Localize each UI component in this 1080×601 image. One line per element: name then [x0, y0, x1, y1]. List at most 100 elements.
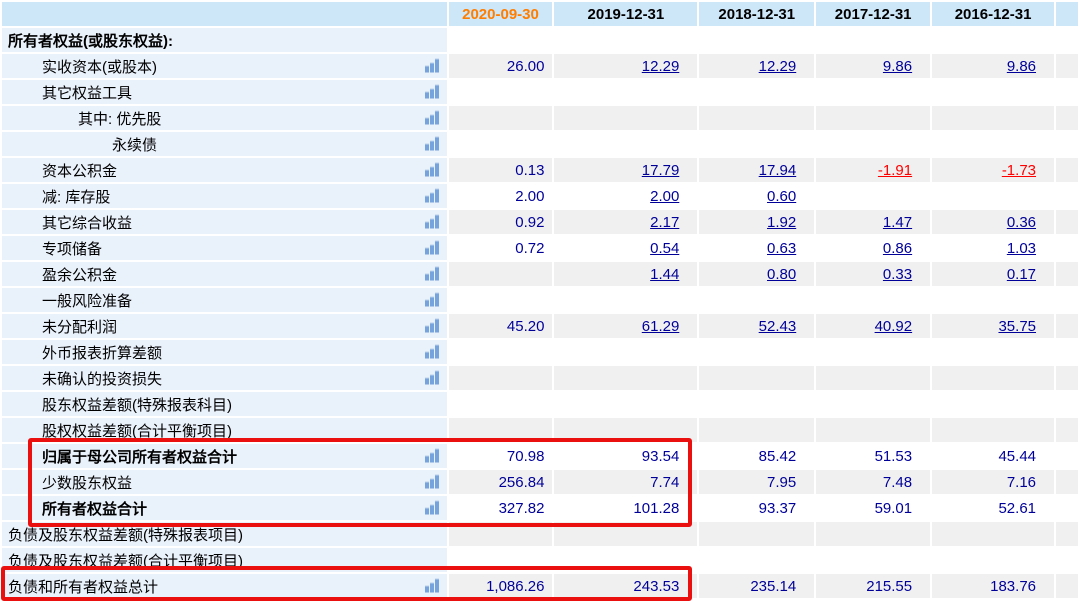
value-link[interactable]: 17.79	[642, 162, 680, 179]
value-link[interactable]: 0.17	[1007, 266, 1036, 283]
value-text: 0.72	[515, 240, 544, 257]
value-link[interactable]: 2.00	[650, 188, 679, 205]
row-label: 归属于母公司所有者权益合计	[42, 446, 237, 467]
row-label-cell: 股权权益差额(合计平衡项目)	[2, 418, 447, 442]
value-link[interactable]: 35.75	[998, 318, 1036, 335]
row-label-cell: 所有者权益(或股东权益):	[2, 28, 447, 52]
column-header-date: 2018-12-31	[699, 2, 814, 26]
value-cell: 1,086.26	[449, 574, 553, 598]
value-cell	[816, 392, 930, 416]
value-link[interactable]: -1.73	[1002, 162, 1036, 179]
value-text: 183.76	[990, 578, 1036, 595]
table-row: 所有者权益合计327.82101.2893.3759.0152.61	[2, 496, 1078, 520]
value-link[interactable]: 0.80	[767, 266, 796, 283]
value-cell: 12.29	[554, 54, 697, 78]
bar-chart-icon[interactable]	[425, 138, 439, 151]
table-edge-cell	[1056, 418, 1078, 442]
table-edge-cell	[1056, 80, 1078, 104]
value-cell	[449, 340, 553, 364]
table-row: 负债及股东权益差额(特殊报表项目)	[2, 522, 1078, 546]
value-link[interactable]: 9.86	[883, 58, 912, 75]
bar-chart-icon[interactable]	[425, 60, 439, 73]
column-header-date: 2016-12-31	[932, 2, 1054, 26]
bar-chart-icon[interactable]	[425, 268, 439, 281]
table-edge-cell	[1056, 470, 1078, 494]
value-cell: 215.55	[816, 574, 930, 598]
table-row: 未分配利润45.2061.2952.4340.9235.75	[2, 314, 1078, 338]
value-cell: 0.72	[449, 236, 553, 260]
value-link[interactable]: 0.63	[767, 240, 796, 257]
bar-chart-icon[interactable]	[425, 450, 439, 463]
value-cell: 0.54	[554, 236, 697, 260]
value-cell	[554, 28, 697, 52]
value-link[interactable]: 12.29	[759, 58, 797, 75]
value-cell: 0.86	[816, 236, 930, 260]
value-text: 70.98	[507, 448, 545, 465]
value-cell	[449, 418, 553, 442]
bar-chart-icon[interactable]	[425, 502, 439, 515]
value-cell	[554, 548, 697, 572]
value-link[interactable]: 0.36	[1007, 214, 1036, 231]
value-link[interactable]: 0.54	[650, 240, 679, 257]
row-label-cell: 其中: 优先股	[2, 106, 447, 130]
bar-chart-icon[interactable]	[425, 216, 439, 229]
value-link[interactable]: 1.03	[1007, 240, 1036, 257]
value-cell: 61.29	[554, 314, 697, 338]
row-label: 实收资本(或股本)	[42, 56, 157, 77]
value-link[interactable]: 61.29	[642, 318, 680, 335]
header-row: 2020-09-302019-12-312018-12-312017-12-31…	[2, 2, 1078, 26]
value-text: 45.44	[998, 448, 1036, 465]
table-edge-cell	[1056, 132, 1078, 156]
value-cell	[699, 366, 814, 390]
header-edge-spacer	[1056, 2, 1078, 26]
bar-chart-icon[interactable]	[425, 320, 439, 333]
bar-chart-icon[interactable]	[425, 190, 439, 203]
value-cell	[699, 392, 814, 416]
value-cell	[932, 418, 1054, 442]
value-link[interactable]: -1.91	[878, 162, 912, 179]
value-text: 7.74	[650, 474, 679, 491]
value-text: 7.95	[767, 474, 796, 491]
value-cell	[554, 418, 697, 442]
row-label-cell: 少数股东权益	[2, 470, 447, 494]
value-link[interactable]: 9.86	[1007, 58, 1036, 75]
value-link[interactable]: 1.92	[767, 214, 796, 231]
value-cell: 7.95	[699, 470, 814, 494]
bar-chart-icon[interactable]	[425, 112, 439, 125]
value-link[interactable]: 0.86	[883, 240, 912, 257]
row-label: 所有者权益合计	[42, 498, 147, 519]
bar-chart-icon[interactable]	[425, 476, 439, 489]
table-row: 负债和所有者权益总计1,086.26243.53235.14215.55183.…	[2, 574, 1078, 598]
row-label-cell: 股东权益差额(特殊报表科目)	[2, 392, 447, 416]
value-cell: 1.44	[554, 262, 697, 286]
value-cell: 35.75	[932, 314, 1054, 338]
value-link[interactable]: 2.17	[650, 214, 679, 231]
column-header-date: 2019-12-31	[554, 2, 697, 26]
value-link[interactable]: 1.47	[883, 214, 912, 231]
bar-chart-icon[interactable]	[425, 294, 439, 307]
bar-chart-icon[interactable]	[425, 372, 439, 385]
table-edge-cell	[1056, 262, 1078, 286]
bar-chart-icon[interactable]	[425, 242, 439, 255]
value-cell	[449, 28, 553, 52]
table-edge-cell	[1056, 28, 1078, 52]
value-link[interactable]: 40.92	[875, 318, 913, 335]
bar-chart-icon[interactable]	[425, 346, 439, 359]
value-cell	[816, 184, 930, 208]
value-cell: 7.16	[932, 470, 1054, 494]
value-link[interactable]: 17.94	[759, 162, 797, 179]
row-label: 股东权益差额(特殊报表科目)	[42, 394, 232, 415]
table-row: 永续债	[2, 132, 1078, 156]
value-link[interactable]: 52.43	[759, 318, 797, 335]
bar-chart-icon[interactable]	[425, 86, 439, 99]
table-edge-cell	[1056, 496, 1078, 520]
bar-chart-icon[interactable]	[425, 164, 439, 177]
value-cell	[932, 288, 1054, 312]
value-link[interactable]: 0.60	[767, 188, 796, 205]
balance-sheet-equity-section: 2020-09-302019-12-312018-12-312017-12-31…	[0, 0, 1080, 601]
value-link[interactable]: 1.44	[650, 266, 679, 283]
value-link[interactable]: 12.29	[642, 58, 680, 75]
bar-chart-icon[interactable]	[425, 580, 439, 593]
value-text: 256.84	[499, 474, 545, 491]
value-link[interactable]: 0.33	[883, 266, 912, 283]
